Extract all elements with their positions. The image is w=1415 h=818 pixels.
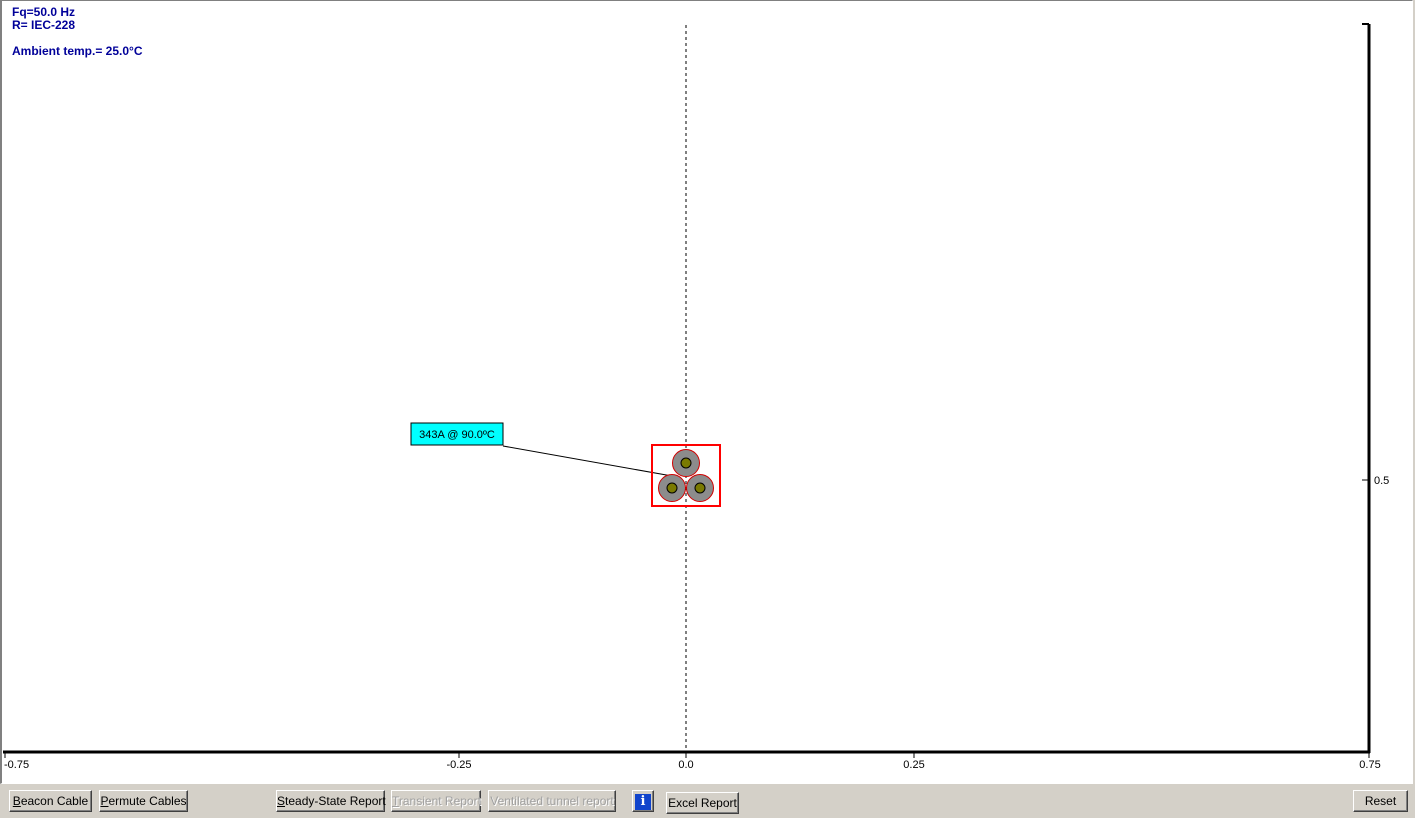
x-tick-label: 0.75: [1359, 759, 1380, 771]
x-tick-label: -0.25: [446, 759, 471, 771]
label-leader-line: [502, 445, 673, 477]
cable-core: [680, 457, 692, 469]
cable-layout-plot: 0.5 -0.75 -0.25 0.0 0.25 0.75 343A @ 90.…: [3, 23, 1389, 771]
cable-label-text: 343A @ 90.0ºC: [419, 429, 495, 441]
beacon-cable-button[interactable]: Beacon Cable: [9, 790, 92, 812]
y-tick-label: 0.5: [1374, 475, 1389, 487]
x-tick-label: -0.75: [4, 759, 29, 771]
excel-report-button[interactable]: Excel Report: [666, 792, 739, 814]
cable-core: [666, 482, 678, 494]
cable-top[interactable]: [672, 449, 700, 477]
bottom-toolbar: Beacon Cable Permute Cables Steady-State…: [0, 785, 1415, 818]
x-tick-label: 0.25: [903, 759, 924, 771]
x-tick-label: 0.0: [678, 759, 693, 771]
reset-button[interactable]: Reset: [1353, 790, 1408, 812]
cable-bottom-left[interactable]: [658, 474, 686, 502]
permute-cables-button[interactable]: Permute Cables: [99, 790, 188, 812]
ventilated-tunnel-report-button[interactable]: Ventilated tunnel report: [488, 790, 616, 812]
cable-bottom-right[interactable]: [686, 474, 714, 502]
info-button[interactable]: i: [632, 790, 654, 812]
steady-state-report-button[interactable]: Steady-State Report: [276, 790, 386, 812]
transient-report-button[interactable]: Transient Report: [391, 790, 481, 812]
info-icon: i: [635, 794, 651, 810]
cable-core: [694, 482, 706, 494]
